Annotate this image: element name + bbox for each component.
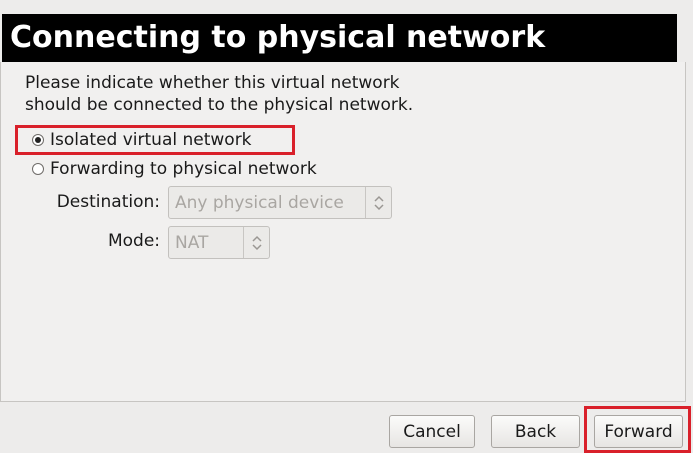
destination-value: Any physical device	[175, 192, 344, 213]
description-line-2: should be connected to the physical netw…	[25, 95, 414, 115]
updown-arrow-icon	[243, 227, 269, 258]
forwarding-radio-icon[interactable]	[32, 163, 44, 175]
forwarding-network-label[interactable]: Forwarding to physical network	[50, 159, 317, 179]
page-title: Connecting to physical network	[2, 14, 677, 62]
forwarding-network-option[interactable]: Forwarding to physical network	[32, 159, 317, 179]
mode-select[interactable]: NAT	[168, 226, 270, 259]
mode-label: Mode:	[107, 231, 160, 251]
back-button[interactable]: Back	[491, 415, 580, 448]
description-text: Please indicate whether this virtual net…	[25, 72, 413, 116]
destination-label: Destination:	[56, 192, 160, 212]
mode-value: NAT	[175, 232, 209, 253]
forward-button-highlight	[584, 406, 691, 453]
destination-select[interactable]: Any physical device	[168, 186, 392, 219]
updown-arrow-icon	[365, 187, 391, 218]
cancel-button[interactable]: Cancel	[389, 415, 475, 448]
description-line-1: Please indicate whether this virtual net…	[25, 73, 400, 93]
isolated-option-highlight	[15, 125, 295, 155]
